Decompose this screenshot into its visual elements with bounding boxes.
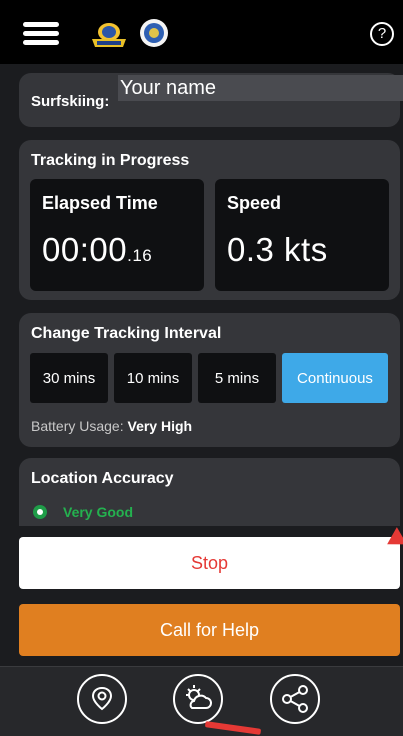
- tracking-title: Tracking in Progress: [31, 152, 190, 169]
- bottom-nav: [0, 666, 403, 736]
- accuracy-card: Location Accuracy Very Good: [19, 458, 400, 526]
- name-input[interactable]: [118, 75, 403, 101]
- activity-label: Surfskiing:: [31, 93, 110, 110]
- interval-5-button[interactable]: 5 mins: [198, 353, 276, 403]
- coast-guard-logo: [92, 23, 126, 47]
- interval-30-button[interactable]: 30 mins: [30, 353, 108, 403]
- location-pin-icon[interactable]: [77, 674, 127, 724]
- help-icon[interactable]: ?: [370, 22, 394, 46]
- interval-10-button[interactable]: 10 mins: [114, 353, 192, 403]
- radio-selected-icon: [33, 505, 47, 519]
- top-bar: ?: [0, 0, 403, 64]
- weather-icon[interactable]: [173, 674, 223, 724]
- accuracy-value: Very Good: [63, 504, 134, 520]
- elapsed-value: 00:00.16: [42, 231, 153, 268]
- share-icon[interactable]: [270, 674, 320, 724]
- speed-value: 0.3 kts: [227, 231, 328, 268]
- speed-box: Speed 0.3 kts: [215, 179, 389, 291]
- stop-button[interactable]: Stop: [19, 537, 400, 589]
- name-card: Surfskiing:: [19, 73, 403, 127]
- interval-card: Change Tracking Interval 30 mins 10 mins…: [19, 313, 400, 447]
- elapsed-label: Elapsed Time: [42, 193, 158, 213]
- menu-icon[interactable]: [23, 22, 59, 46]
- interval-continuous-button[interactable]: Continuous: [282, 353, 388, 403]
- elapsed-time-box: Elapsed Time 00:00.16: [30, 179, 204, 291]
- battery-usage: Battery Usage: Very High: [31, 418, 193, 434]
- speed-label: Speed: [227, 193, 282, 213]
- interval-title: Change Tracking Interval: [31, 325, 222, 342]
- emblem-logo: [140, 19, 168, 47]
- call-for-help-button[interactable]: Call for Help: [19, 604, 400, 656]
- tracking-card: Tracking in Progress Elapsed Time 00:00.…: [19, 140, 400, 300]
- accuracy-title: Location Accuracy: [31, 470, 174, 487]
